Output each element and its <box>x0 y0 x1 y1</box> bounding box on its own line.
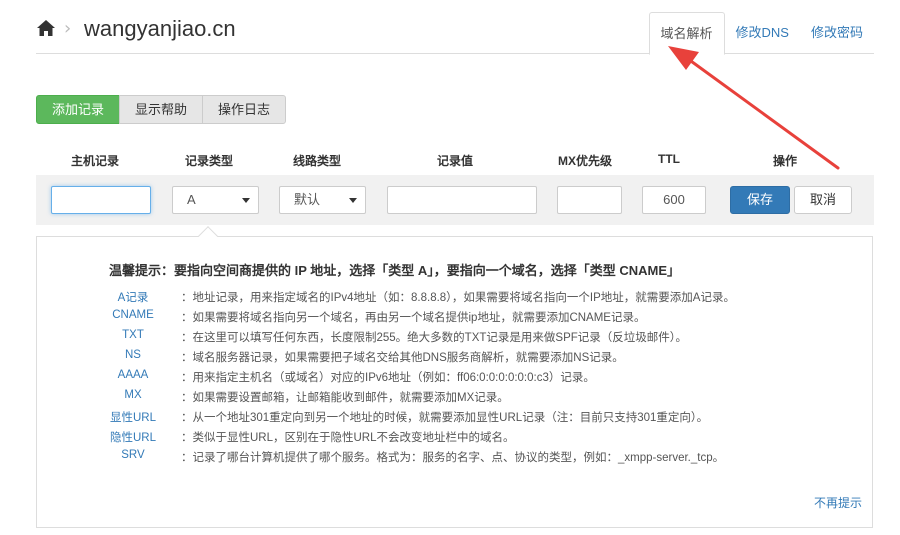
home-icon[interactable] <box>36 18 56 38</box>
tab-modify-password[interactable]: 修改密码 <box>800 12 874 54</box>
tip-record-type: MX <box>124 389 142 401</box>
tip-description: ：类似于显性URL，区别在于隐性URL不会改变地址栏中的域名。 <box>181 432 515 444</box>
help-tips-panel: 温馨提示：要指向空间商提供的 IP 地址，选择「类型 A」，要指向一个域名，选择… <box>36 226 873 528</box>
tip-record-type: 隐性URL <box>109 432 156 444</box>
tip-description: ：域名服务器记录，如果需要把子域名交给其他DNS服务商解析，就需要添加NS记录。 <box>181 352 624 364</box>
add-record-form-row: A 默认 600 保存 取消 <box>36 175 874 225</box>
popover-pointer <box>198 226 218 246</box>
nav-tabs: 域名解析 修改DNS 修改密码 <box>648 12 874 55</box>
cancel-button[interactable]: 取消 <box>794 186 852 214</box>
show-help-button[interactable]: 显示帮助 <box>119 95 204 124</box>
action-button-group: 添加记录 显示帮助 操作日志 <box>36 95 287 124</box>
breadcrumb-separator: › <box>64 18 72 39</box>
column-header-line-type: 线路类型 <box>292 154 341 168</box>
dismiss-tips-link[interactable]: 不再提示 <box>814 494 862 511</box>
line-type-select[interactable]: 默认 <box>279 186 366 214</box>
tip-record-type: SRV <box>121 449 145 461</box>
tab-modify-dns[interactable]: 修改DNS <box>725 12 800 54</box>
tip-record-type: CNAME <box>112 309 154 321</box>
page-header: › wangyanjiao.cn 域名解析 修改DNS 修改密码 <box>36 12 874 55</box>
line-type-selected: 默认 <box>294 192 321 207</box>
tip-record-type: NS <box>125 349 141 361</box>
add-record-button[interactable]: 添加记录 <box>36 95 121 124</box>
chevron-down-icon <box>349 198 357 203</box>
column-header-action: 操作 <box>772 154 797 168</box>
tip-description: ：如果需要将域名指向另一个域名，再由另一个域名提供ip地址，就需要添加CNAME… <box>181 312 646 324</box>
operation-log-button[interactable]: 操作日志 <box>202 95 287 124</box>
host-record-input[interactable] <box>51 186 151 214</box>
tip-description: ：记录了哪台计算机提供了哪个服务。格式为：服务的名字、点、协议的类型，例如：_x… <box>181 452 725 464</box>
tip-description: ：如果需要设置邮箱，让邮箱能收到邮件，就需要添加MX记录。 <box>181 392 509 404</box>
column-header-record-value: 记录值 <box>436 154 473 168</box>
record-type-selected: A <box>187 192 196 207</box>
ttl-input[interactable]: 600 <box>642 186 706 214</box>
column-header-record-type: 记录类型 <box>184 154 233 168</box>
column-header-host: 主机记录 <box>70 154 119 168</box>
save-button[interactable]: 保存 <box>730 186 790 214</box>
tip-record-type: 显性URL <box>109 412 156 424</box>
mx-priority-input[interactable] <box>557 186 622 214</box>
tip-description: ：用来指定主机名（或域名）对应的IPv6地址（例如：ff06:0:0:0:0:0… <box>181 372 595 384</box>
column-header-ttl: TTL <box>658 152 680 166</box>
tips-title: 温馨提示：要指向空间商提供的 IP 地址，选择「类型 A」，要指向一个域名，选择… <box>109 263 681 278</box>
tab-dns-resolution[interactable]: 域名解析 <box>648 12 725 55</box>
record-value-input[interactable] <box>387 186 537 214</box>
tip-record-type: AAAA <box>117 369 149 381</box>
tip-description: ：从一个地址301重定向到另一个地址的时候，就需要添加显性URL记录（注：目前只… <box>181 412 709 424</box>
record-type-select[interactable]: A <box>172 186 259 214</box>
tip-description: ：地址记录，用来指定域名的IPv4地址（如：8.8.8.8），如果需要将域名指向… <box>181 292 735 304</box>
chevron-down-icon <box>242 198 250 203</box>
site-title: wangyanjiao.cn <box>84 16 236 41</box>
tip-description: ：在这里可以填写任何东西，长度限制255。绝大多数的TXT记录是用来做SPF记录… <box>181 332 688 344</box>
tip-record-type: A记录 <box>117 292 149 304</box>
tip-record-type: TXT <box>122 329 144 341</box>
column-header-mx-priority: MX优先级 <box>557 154 612 168</box>
